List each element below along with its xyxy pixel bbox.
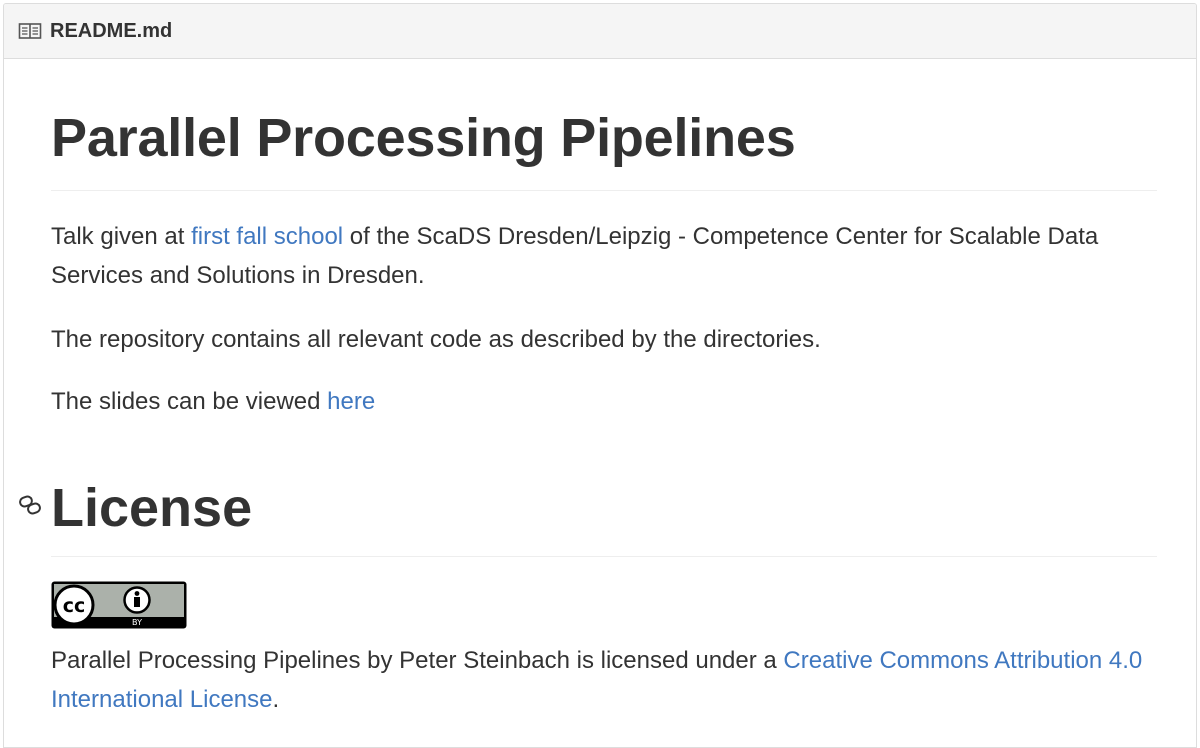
slides-text-before: The slides can be viewed [51, 388, 328, 415]
book-icon [18, 23, 42, 39]
readme-header: README.md [4, 4, 1196, 59]
title-divider [51, 190, 1157, 191]
readme-filename: README.md [50, 19, 173, 42]
readme-container: README.md Parallel Processing Pipelines … [3, 3, 1197, 748]
license-paragraph: Parallel Processing Pipelines by Peter S… [51, 641, 1157, 719]
intro-text-before: Talk given at [51, 223, 192, 250]
repo-paragraph: The repository contains all relevant cod… [51, 326, 821, 353]
license-text-after: . [272, 686, 280, 713]
cc-by-badge-icon[interactable]: cc BY [51, 581, 187, 629]
link-icon[interactable] [18, 494, 42, 516]
slides-paragraph: The slides can be viewed here [51, 382, 1157, 421]
badge-by-label: BY [132, 618, 142, 627]
slides-here-link[interactable]: here [327, 388, 375, 415]
license-divider [51, 556, 1157, 557]
first-fall-school-link[interactable]: first fall school [191, 223, 343, 250]
intro-paragraph: Talk given at first fall school of the S… [51, 217, 1157, 295]
svg-text:cc: cc [63, 595, 86, 617]
license-heading: License [51, 478, 253, 538]
page-title: Parallel Processing Pipelines [51, 108, 796, 168]
license-text-before: Parallel Processing Pipelines by Peter S… [51, 647, 784, 674]
